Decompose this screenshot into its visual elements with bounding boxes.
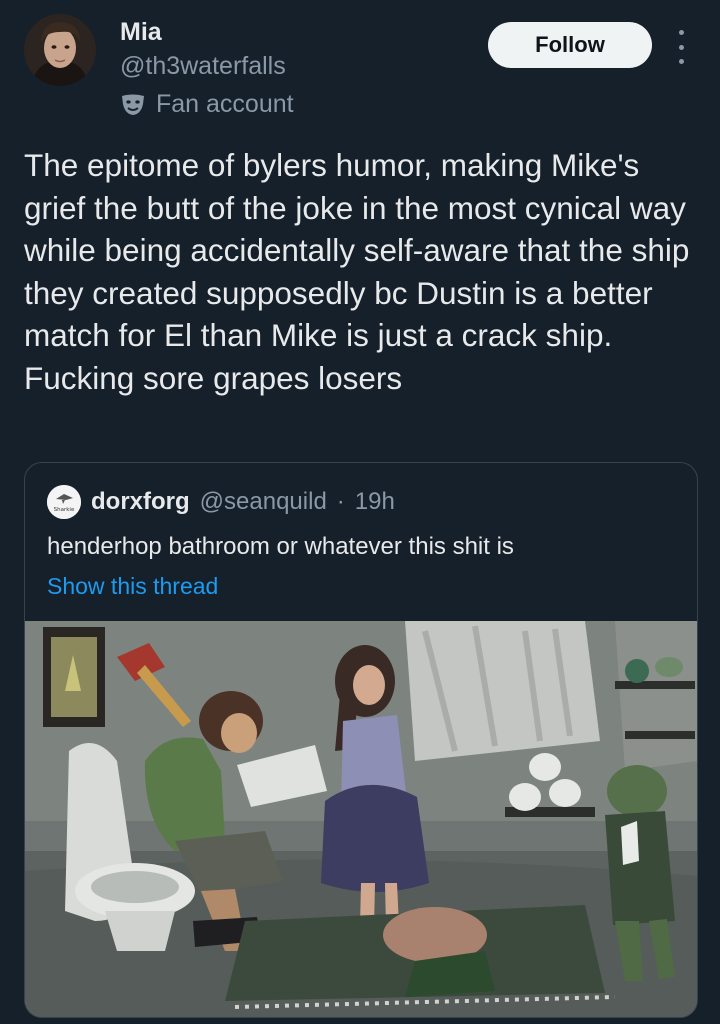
tweet-text: The epitome of bylers humor, making Mike… (24, 147, 690, 396)
quoted-avatar-icon: Sharkie (47, 485, 81, 519)
quoted-tweet-header: Sharkie dorxforg @seanquild · 19h (47, 485, 395, 519)
quoted-avatar-text: Sharkie (54, 507, 75, 513)
show-thread-link[interactable]: Show this thread (47, 573, 218, 600)
quoted-tweet-text: henderhop bathroom or whatever this shit… (47, 533, 514, 560)
avatar-icon (24, 14, 96, 86)
theater-masks-icon (122, 94, 144, 115)
quoted-tweet-card[interactable]: Sharkie dorxforg @seanquild · 19h hender… (24, 462, 698, 1018)
quoted-time[interactable]: 19h (355, 488, 395, 516)
painting-image[interactable] (25, 621, 697, 1017)
fan-account-text: Fan account (156, 90, 294, 118)
quoted-separator: · (336, 488, 345, 515)
quoted-author-handle[interactable]: @seanquild (200, 488, 327, 516)
follow-button[interactable]: Follow (488, 22, 652, 68)
author-name[interactable]: Mia (120, 18, 162, 47)
author-handle[interactable]: @th3waterfalls (120, 52, 286, 81)
fan-account-label: Fan account (120, 90, 294, 119)
quoted-author-name[interactable]: dorxforg (91, 488, 190, 516)
avatar[interactable] (24, 14, 96, 86)
quoted-avatar[interactable]: Sharkie (47, 485, 81, 519)
more-vertical-icon[interactable] (674, 30, 688, 64)
